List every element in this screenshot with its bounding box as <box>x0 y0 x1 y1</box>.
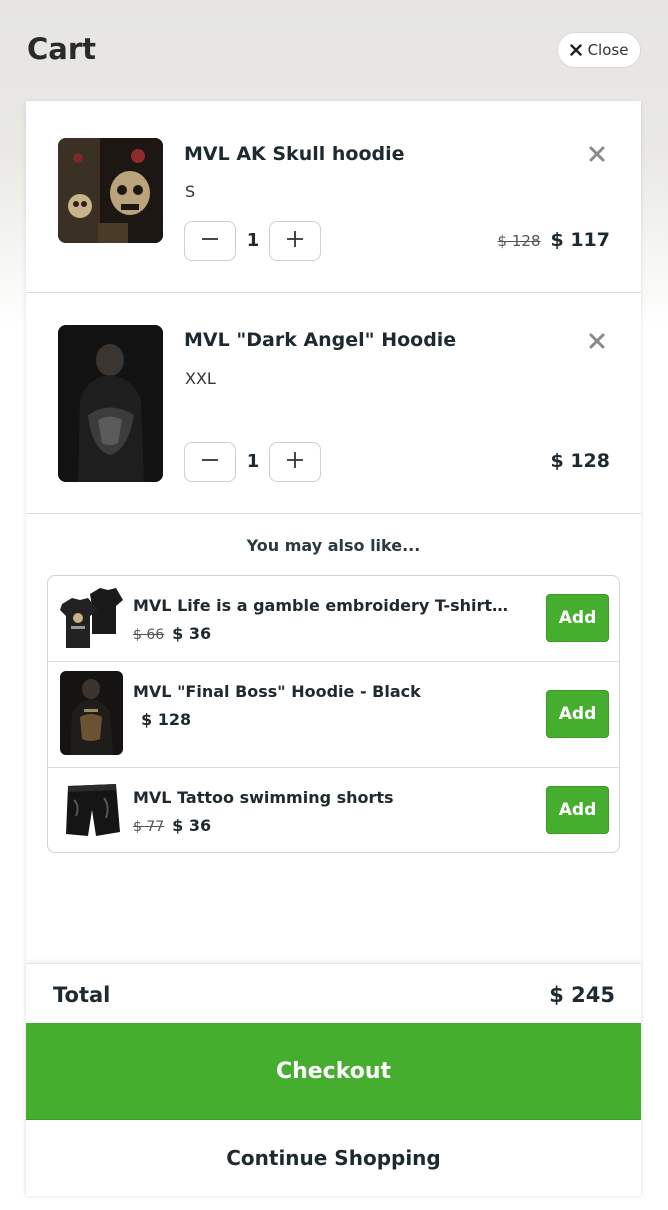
old-price: $ 66 <box>133 627 165 643</box>
current-price: $ 36 <box>172 624 212 643</box>
old-price: $ 128 <box>497 232 541 250</box>
list-item: MVL "Final Boss" Hoodie - Black $ 128 Ad… <box>48 662 619 768</box>
remove-item-button[interactable] <box>586 145 608 167</box>
upsell-item-price: $ 77 $ 36 <box>133 816 211 835</box>
plus-icon <box>286 230 304 252</box>
upsell-list: MVL Life is a gamble embroidery T-shirt … <box>47 575 620 853</box>
upsell-item-price: $ 66 $ 36 <box>133 624 211 643</box>
upsell-item-price: $ 128 <box>133 710 191 729</box>
close-icon <box>569 44 582 56</box>
quantity-value: 1 <box>246 451 260 472</box>
decrease-quantity-button[interactable] <box>184 442 236 482</box>
checkout-button[interactable]: Checkout <box>26 1023 641 1120</box>
increase-quantity-button[interactable] <box>269 442 321 482</box>
item-variant: XXL <box>185 369 216 388</box>
close-icon <box>589 333 605 353</box>
current-price: $ 36 <box>172 816 212 835</box>
minus-icon <box>201 451 219 473</box>
list-item: MVL Life is a gamble embroidery T-shirt … <box>48 576 619 662</box>
upsell-title: You may also like... <box>246 536 421 555</box>
skull-hoodie-image <box>58 138 163 243</box>
plus-icon <box>286 451 304 473</box>
current-price: $ 128 <box>141 710 192 729</box>
add-button[interactable]: Add <box>546 786 609 834</box>
total-value: $ 245 <box>549 983 615 1007</box>
remove-item-button[interactable] <box>586 332 608 354</box>
item-price: $ 128 <box>541 450 611 472</box>
continue-shopping-button[interactable]: Continue Shopping <box>26 1120 641 1196</box>
final-boss-hoodie-image <box>60 671 123 755</box>
add-button[interactable]: Add <box>546 594 609 642</box>
cart-item: MVL "Dark Angel" Hoodie XXL 1 $ 128 <box>26 293 641 514</box>
item-name[interactable]: MVL AK Skull hoodie <box>184 143 405 165</box>
close-label: Close <box>587 41 629 59</box>
cart-header: Cart Close <box>0 0 668 100</box>
close-icon <box>589 146 605 166</box>
current-price: $ 117 <box>550 229 611 251</box>
page-title: Cart <box>27 32 97 66</box>
swim-shorts-image <box>60 776 123 846</box>
current-price: $ 128 <box>550 450 611 472</box>
cart-item: MVL AK Skull hoodie S 1 $ 128 $ 117 <box>26 101 641 293</box>
upsell-item-name[interactable]: MVL Tattoo swimming shorts <box>133 788 513 807</box>
item-name[interactable]: MVL "Dark Angel" Hoodie <box>184 329 456 351</box>
item-price: $ 128 $ 117 <box>498 229 610 251</box>
cart-footer: Total $ 245 Checkout Continue Shopping <box>26 963 641 1196</box>
upsell-item-name[interactable]: MVL Life is a gamble embroidery T-shirt … <box>133 596 513 615</box>
old-price: $ 77 <box>133 819 165 835</box>
cart-panel: MVL AK Skull hoodie S 1 $ 128 $ 117 MVL … <box>26 101 641 1196</box>
decrease-quantity-button[interactable] <box>184 221 236 261</box>
item-variant: S <box>185 182 196 201</box>
dark-angel-hoodie-image <box>58 325 163 482</box>
total-label: Total <box>53 983 111 1007</box>
quantity-value: 1 <box>246 230 260 251</box>
upsell-item-name[interactable]: MVL "Final Boss" Hoodie - Black <box>133 682 513 701</box>
increase-quantity-button[interactable] <box>269 221 321 261</box>
add-button[interactable]: Add <box>546 690 609 738</box>
minus-icon <box>201 230 219 252</box>
list-item: MVL Tattoo swimming shorts $ 77 $ 36 Add <box>48 768 619 852</box>
close-button[interactable]: Close <box>557 32 641 68</box>
tshirt-image <box>60 578 123 660</box>
